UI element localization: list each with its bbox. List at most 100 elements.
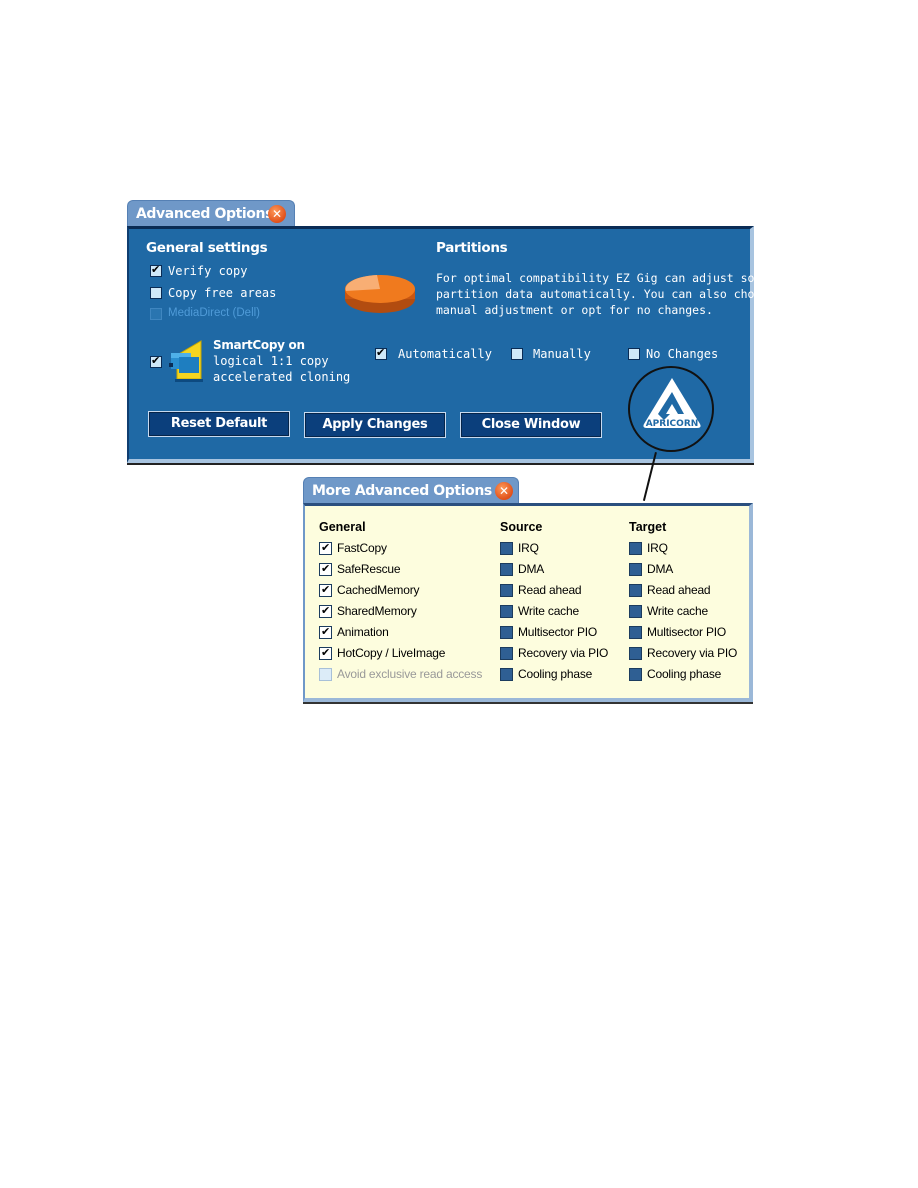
source-option-irq[interactable]: IRQ [500, 540, 539, 556]
general-cachedmemory-label: CachedMemory [337, 583, 420, 597]
source-option-dma[interactable]: DMA [500, 561, 544, 577]
smartcopy-line2: accelerated cloning [213, 370, 351, 384]
more-advanced-options-window: General Source Target FastCopy SafeRescue… [303, 503, 753, 702]
target-option-irq[interactable]: IRQ [629, 540, 668, 556]
pie-chart-icon [345, 275, 415, 313]
target-option-multisector-pio[interactable]: Multisector PIO [629, 624, 726, 640]
mediadirect-checkbox [150, 308, 162, 320]
target-read-ahead-checkbox[interactable] [629, 583, 642, 597]
verify-copy-checkbox[interactable] [150, 263, 162, 277]
source-heading: Source [500, 520, 543, 534]
source-read-ahead-checkbox[interactable] [500, 583, 513, 597]
general-cachedmemory-checkbox[interactable] [319, 583, 332, 597]
source-dma-checkbox[interactable] [500, 562, 513, 576]
smartcopy-title: SmartCopy on [213, 338, 305, 352]
reset-default-button[interactable]: Reset Default [148, 411, 290, 437]
target-irq-label: IRQ [647, 541, 668, 555]
source-multisector-pio-checkbox[interactable] [500, 625, 513, 639]
source-irq-label: IRQ [518, 541, 539, 555]
source-write-cache-label: Write cache [518, 604, 579, 618]
source-write-cache-checkbox[interactable] [500, 604, 513, 618]
target-read-ahead-label: Read ahead [647, 583, 711, 597]
general-saferescue-checkbox[interactable] [319, 562, 332, 576]
general-avoid-exclusive-read-access-label: Avoid exclusive read access [337, 667, 483, 681]
source-irq-checkbox[interactable] [500, 541, 513, 555]
close-icon[interactable]: ✕ [495, 482, 513, 500]
source-cooling-phase-checkbox[interactable] [500, 667, 513, 681]
target-option-cooling-phase[interactable]: Cooling phase [629, 666, 721, 682]
target-write-cache-checkbox[interactable] [629, 604, 642, 618]
target-option-write-cache[interactable]: Write cache [629, 603, 708, 619]
partitions-description-line3: manual adjustment or opt for no changes. [436, 303, 713, 317]
no-changes-label: No Changes [646, 347, 719, 361]
source-read-ahead-label: Read ahead [518, 583, 582, 597]
target-multisector-pio-checkbox[interactable] [629, 625, 642, 639]
source-option-multisector-pio[interactable]: Multisector PIO [500, 624, 597, 640]
target-dma-label: DMA [647, 562, 674, 576]
verify-copy-label: Verify copy [168, 264, 248, 278]
target-cooling-phase-checkbox[interactable] [629, 667, 642, 681]
source-recovery-via-pio-label: Recovery via PIO [518, 646, 609, 660]
general-sharedmemory-checkbox[interactable] [319, 604, 332, 618]
source-multisector-pio-label: Multisector PIO [518, 625, 598, 639]
manually-label: Manually [533, 347, 591, 361]
target-recovery-via-pio-checkbox[interactable] [629, 646, 642, 660]
source-option-recovery-via-pio[interactable]: Recovery via PIO [500, 645, 608, 661]
target-option-dma[interactable]: DMA [629, 561, 673, 577]
general-fastcopy-label: FastCopy [337, 541, 387, 555]
target-multisector-pio-label: Multisector PIO [647, 625, 727, 639]
general-avoid-exclusive-read-access-checkbox [319, 667, 332, 681]
smartcopy-icon [169, 340, 203, 382]
more-advanced-options-tab: More Advanced Options ✕ [303, 477, 519, 504]
target-cooling-phase-label: Cooling phase [647, 667, 722, 681]
automatically-checkbox[interactable] [375, 346, 387, 360]
general-option-animation[interactable]: Animation [319, 624, 389, 640]
no-changes-checkbox[interactable] [628, 348, 640, 360]
target-dma-checkbox[interactable] [629, 562, 642, 576]
partitions-description-line2: partition data automatically. You can al… [436, 287, 776, 301]
target-recovery-via-pio-label: Recovery via PIO [647, 646, 738, 660]
general-option-avoid-exclusive-read-access: Avoid exclusive read access [319, 666, 482, 682]
target-write-cache-label: Write cache [647, 604, 708, 618]
copy-free-areas-checkbox[interactable] [150, 287, 162, 299]
target-option-recovery-via-pio[interactable]: Recovery via PIO [629, 645, 737, 661]
source-option-write-cache[interactable]: Write cache [500, 603, 579, 619]
general-hotcopy-liveimage-label: HotCopy / LiveImage [337, 646, 446, 660]
target-irq-checkbox[interactable] [629, 541, 642, 555]
general-saferescue-label: SafeRescue [337, 562, 401, 576]
apricorn-logo-icon: APRICORN [643, 378, 701, 429]
general-sharedmemory-label: SharedMemory [337, 604, 417, 618]
target-option-read-ahead[interactable]: Read ahead [629, 582, 711, 598]
partitions-description-line1: For optimal compatibility EZ Gig can adj… [436, 271, 769, 285]
general-animation-label: Animation [337, 625, 389, 639]
smartcopy-line1: logical 1:1 copy [213, 354, 329, 368]
automatically-label: Automatically [398, 347, 492, 361]
target-heading: Target [629, 520, 667, 534]
general-heading: General [319, 520, 366, 534]
close-window-button[interactable]: Close Window [460, 412, 602, 438]
general-option-saferescue[interactable]: SafeRescue [319, 561, 401, 577]
general-option-hotcopy-liveimage[interactable]: HotCopy / LiveImage [319, 645, 445, 661]
general-fastcopy-checkbox[interactable] [319, 541, 332, 555]
apply-changes-button[interactable]: Apply Changes [304, 412, 446, 438]
source-option-cooling-phase[interactable]: Cooling phase [500, 666, 592, 682]
general-settings-heading: General settings [146, 240, 268, 256]
general-option-sharedmemory[interactable]: SharedMemory [319, 603, 417, 619]
general-option-cachedmemory[interactable]: CachedMemory [319, 582, 420, 598]
general-hotcopy-liveimage-checkbox[interactable] [319, 646, 332, 660]
more-advanced-options-title: More Advanced Options [312, 483, 492, 499]
partitions-heading: Partitions [436, 240, 508, 256]
apricorn-logo-text: APRICORN [646, 419, 699, 429]
source-recovery-via-pio-checkbox[interactable] [500, 646, 513, 660]
general-option-fastcopy[interactable]: FastCopy [319, 540, 387, 556]
mediadirect-label: MediaDirect (Dell) [168, 307, 261, 319]
close-icon[interactable]: ✕ [268, 205, 286, 223]
manually-checkbox[interactable] [511, 348, 523, 360]
advanced-options-tab: Advanced Options ✕ [127, 200, 295, 227]
source-dma-label: DMA [518, 562, 545, 576]
apricorn-logo: APRICORN [628, 366, 714, 452]
copy-free-areas-label: Copy free areas [168, 286, 277, 300]
smartcopy-checkbox[interactable] [150, 354, 162, 368]
general-animation-checkbox[interactable] [319, 625, 332, 639]
source-option-read-ahead[interactable]: Read ahead [500, 582, 582, 598]
